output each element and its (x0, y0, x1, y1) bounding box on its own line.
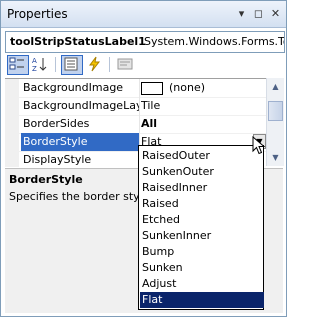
close-button[interactable]: ✕ (268, 6, 283, 21)
property-name: BorderStyle (21, 133, 140, 151)
row-gutter (5, 151, 19, 167)
toolbar-separator (55, 57, 56, 72)
property-pages-button[interactable] (115, 55, 137, 75)
property-name: BackgroundImage (21, 79, 140, 97)
row-gutter (5, 115, 19, 133)
svg-text:A: A (32, 57, 37, 65)
property-row[interactable]: BackgroundImageLayout Tile (5, 97, 266, 116)
scroll-down-icon[interactable]: ▼ (268, 150, 283, 165)
mouse-pointer-icon (252, 136, 266, 155)
description-title: BorderStyle (9, 173, 83, 186)
property-row[interactable]: BackgroundImage (none) (5, 79, 266, 98)
alphabetical-button[interactable]: A Z (30, 55, 52, 75)
properties-icon (64, 57, 78, 71)
dropdown-option[interactable]: Raised (140, 196, 264, 212)
property-name: DisplayStyle (21, 151, 140, 167)
svg-text:Z: Z (32, 65, 37, 72)
dropdown-option[interactable]: Etched (140, 212, 264, 228)
scroll-up-icon[interactable]: ▲ (268, 79, 283, 94)
dropdown-option[interactable]: SunkenInner (140, 228, 264, 244)
object-selector[interactable]: toolStripStatusLabel1 System.Windows.For… (5, 31, 285, 53)
auto-hide-pin-button[interactable]: ◻ (251, 6, 266, 21)
image-preview-swatch (141, 82, 163, 95)
alphabetical-icon: A Z (32, 57, 47, 73)
categorized-icon (9, 57, 24, 70)
scrollbar-thumb[interactable] (268, 101, 283, 121)
dropdown-option[interactable]: Sunken (140, 260, 264, 276)
categorized-button[interactable] (7, 55, 29, 75)
properties-toolbar: A Z (5, 54, 283, 76)
toolbar-separator (109, 57, 110, 72)
vertical-scrollbar[interactable]: ▲ ▼ (266, 78, 284, 166)
property-value[interactable]: Tile (141, 97, 266, 115)
events-icon (89, 56, 101, 72)
border-style-dropdown-list[interactable]: RaisedOuter SunkenOuter RaisedInner Rais… (138, 145, 264, 310)
property-pages-icon (117, 58, 133, 70)
property-row[interactable]: BorderSides All (5, 115, 266, 134)
window-title: Properties (7, 7, 68, 21)
property-name: BackgroundImageLayout (21, 97, 140, 115)
dropdown-option[interactable]: Adjust (140, 276, 264, 292)
dropdown-option[interactable]: RaisedInner (140, 180, 264, 196)
dropdown-option[interactable]: SunkenOuter (140, 164, 264, 180)
property-name: BorderSides (21, 115, 140, 133)
property-value[interactable]: (none) (141, 79, 266, 97)
property-value-text: (none) (169, 81, 206, 94)
description-text: Specifies the border style (9, 190, 139, 203)
dropdown-option[interactable]: RaisedOuter (140, 148, 264, 164)
dropdown-option-selected[interactable]: Flat (140, 292, 264, 308)
row-gutter (5, 79, 19, 97)
properties-button[interactable] (61, 55, 83, 75)
property-value[interactable]: All (141, 115, 266, 133)
object-name: toolStripStatusLabel1 (10, 35, 146, 48)
row-gutter (5, 97, 19, 115)
window-position-dropdown-button[interactable]: ▾ (234, 6, 249, 21)
events-button[interactable] (84, 55, 106, 75)
dropdown-option[interactable]: Bump (140, 244, 264, 260)
row-gutter (5, 133, 19, 151)
title-bar: Properties ▾ ◻ ✕ (1, 1, 286, 28)
object-type: System.Windows.Forms.To (144, 35, 285, 48)
